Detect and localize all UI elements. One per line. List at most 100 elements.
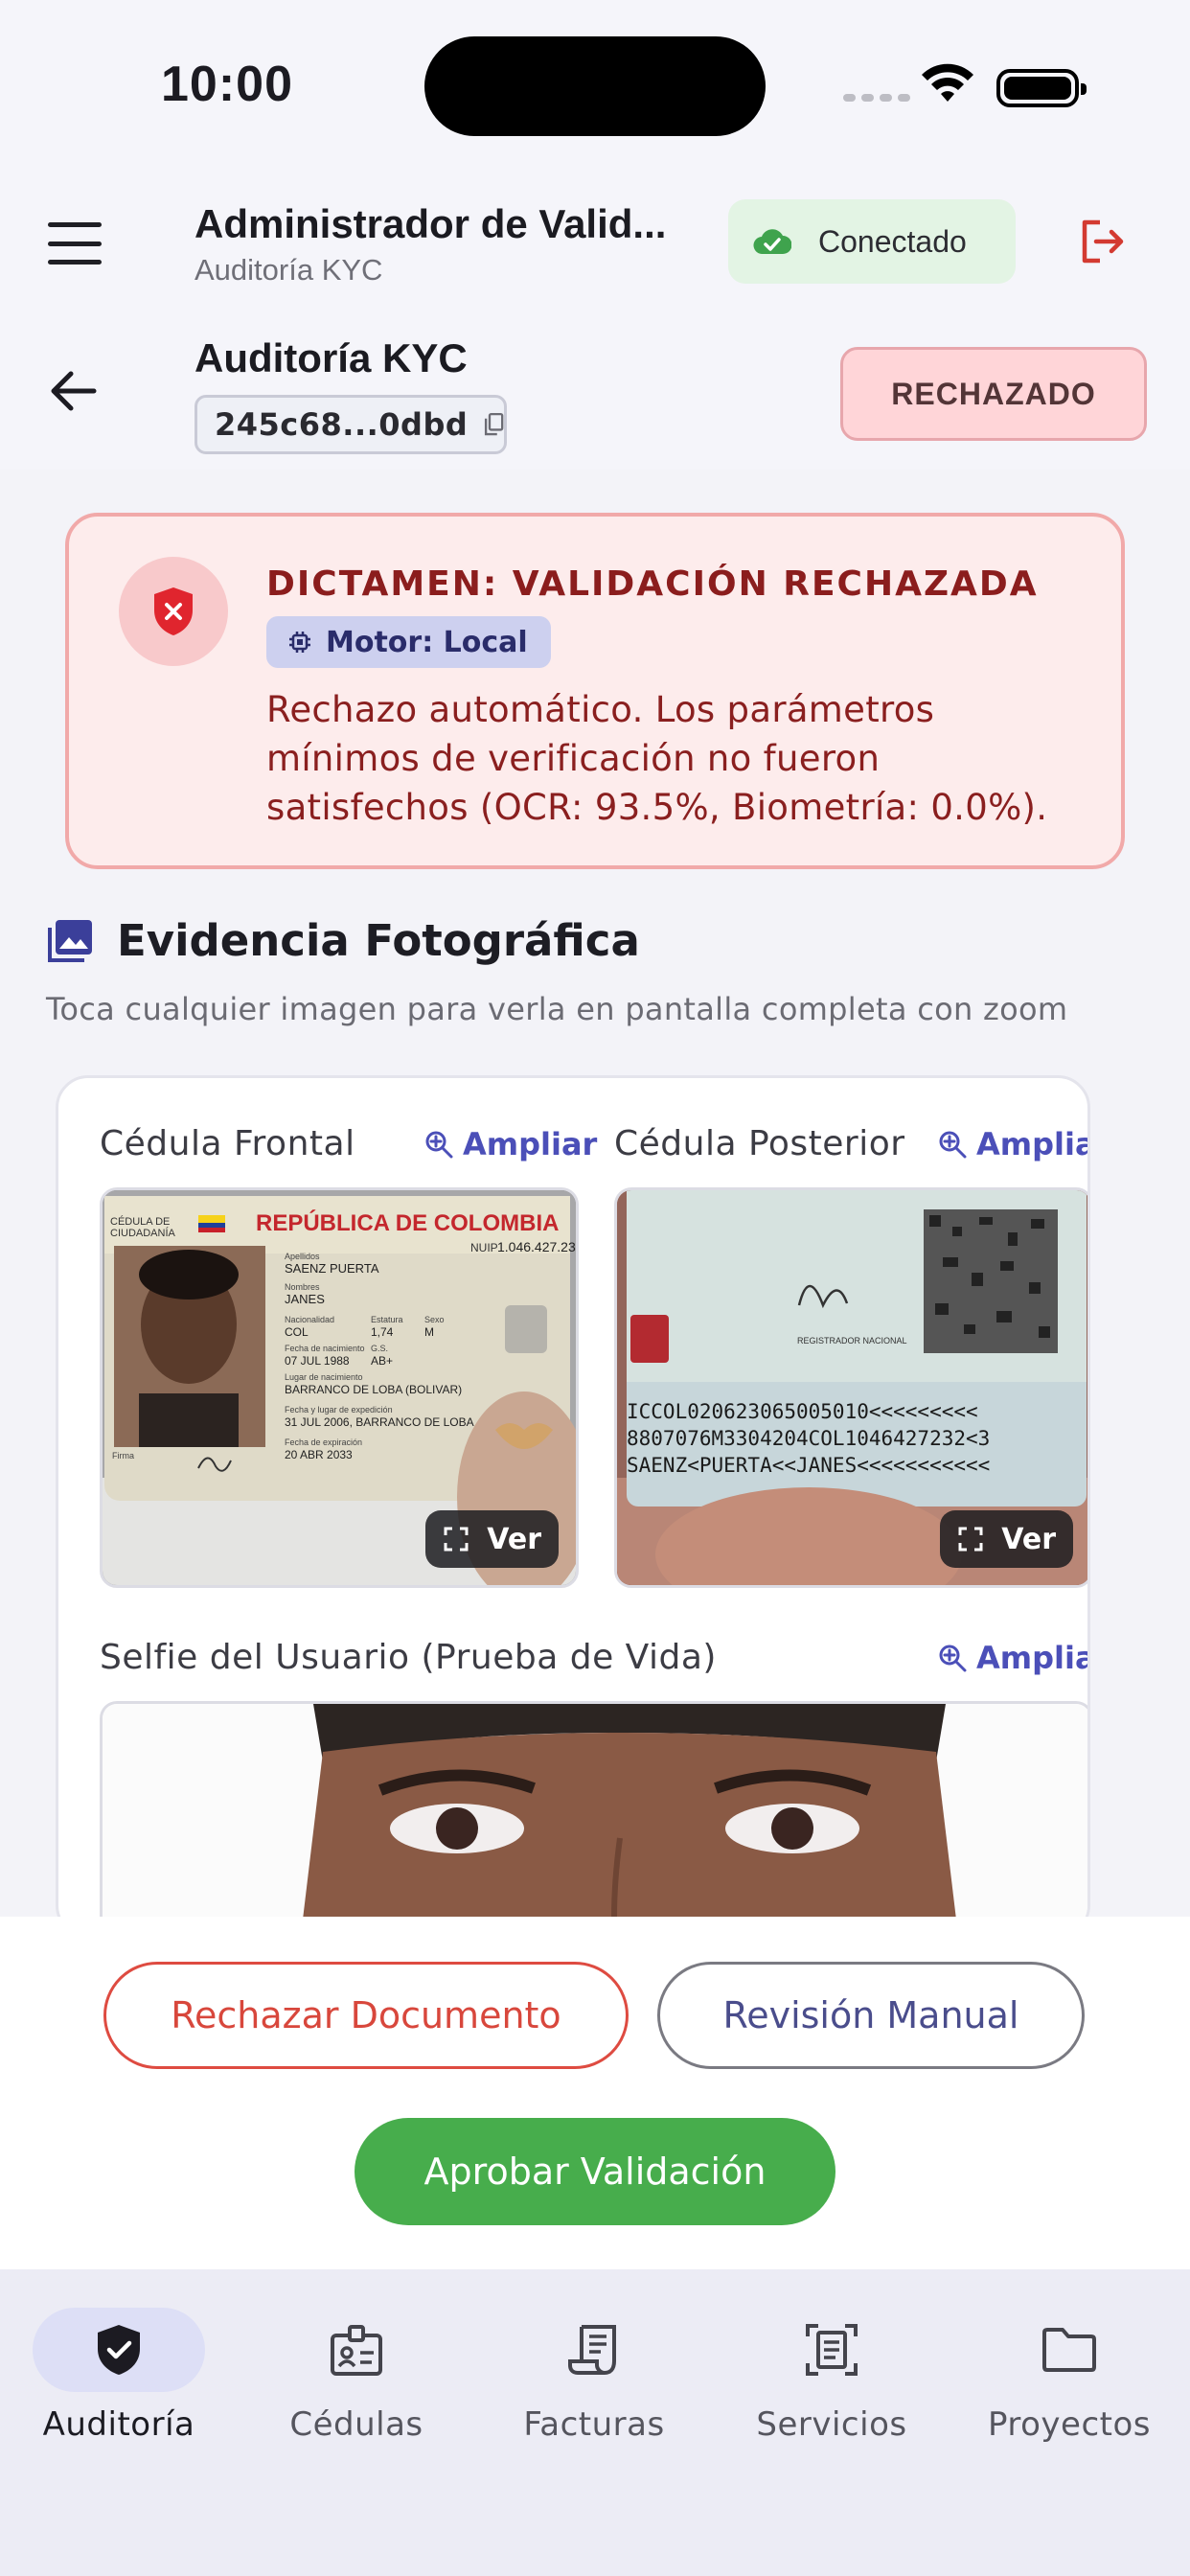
audit-header: Auditoría KYC 245c68...0dbd RECHAZADO [0,316,1190,470]
front-blood: AB+ [371,1354,393,1368]
front-birthplace: BARRANCO DE LOBA (BOLIVAR) [285,1383,462,1396]
app-bar: Administrador de Valid... Auditoría KYC … [0,172,1190,316]
selfie-zoom-label: Ampliar [976,1640,1087,1676]
status-badge: RECHAZADO [840,347,1147,441]
wifi-icon [922,63,973,102]
engine-label: Motor: Local [326,625,528,659]
cloud-check-icon [753,229,791,255]
front-surname-label: Apellidos [285,1252,320,1261]
front-zoom-button[interactable]: Ampliar [424,1126,597,1162]
nav-item-facturas[interactable]: Facturas [475,2308,713,2444]
back-view-label: Ver [1001,1522,1056,1556]
back-view-button[interactable]: Ver [940,1510,1073,1568]
audit-title: Auditoría KYC [195,335,468,380]
evidence-card: Cédula Frontal Ampliar CÉDULA DE CIUDADA… [56,1075,1090,1938]
back-arrow-icon[interactable] [50,370,98,412]
app-subtitle: Auditoría KYC [195,253,383,287]
back-zoom-label: Ampliar [976,1126,1087,1162]
logout-icon[interactable] [1077,217,1127,266]
selfie-label: Selfie del Usuario (Prueba de Vida) [100,1638,717,1677]
front-id-label: Cédula Frontal [100,1124,355,1163]
front-view-button[interactable]: Ver [425,1510,559,1568]
nav-item-cedulas[interactable]: Cédulas [238,2308,475,2444]
copy-icon[interactable] [483,409,504,440]
front-names-label: Nombres [285,1282,320,1292]
back-mrz-line1: ICCOL020623065005010<<<<<<<<< [627,1400,978,1423]
front-surname: SAENZ PUERTA [285,1261,379,1276]
selfie-image [103,1704,1087,1935]
front-nuip: 1.046.427.232 [497,1239,579,1254]
shield-check-icon [98,2325,140,2375]
selfie-photo[interactable] [100,1701,1087,1935]
verdict-icon-circle [119,557,228,666]
fullscreen-icon [958,1527,983,1552]
evidence-subtitle: Toca cualquier imagen para verla en pant… [46,991,1068,1027]
folder-icon [1042,2328,1096,2372]
front-blood-label: G.S. [371,1344,388,1353]
front-zoom-label: Ampliar [463,1126,598,1162]
front-issue: 31 JUL 2006, BARRANCO DE LOBA [285,1415,474,1429]
front-names: JANES [285,1292,325,1306]
battery-icon [996,69,1087,107]
zoom-in-icon [425,1131,453,1159]
approve-validation-button[interactable]: Aprobar Validación [355,2118,835,2225]
front-expiry-label: Fecha de expiración [285,1438,362,1447]
fullscreen-icon [444,1527,469,1552]
front-sex-label: Sexo [424,1315,445,1324]
signal-dots-icon [843,94,910,102]
app-title: Administrador de Valid... [195,201,667,246]
status-time: 10:00 [161,57,293,112]
menu-icon[interactable] [48,222,102,264]
nav-indicator [33,2308,205,2392]
zoom-in-icon [939,1644,967,1672]
status-bar: 10:00 [0,0,1190,172]
id-badge-icon [331,2325,382,2376]
back-id-photo[interactable]: REGISTRADOR NACIONAL ICCOL02062306500501… [614,1187,1087,1588]
front-issue-label: Fecha y lugar de expedición [285,1405,393,1414]
dynamic-island [424,36,766,136]
nav-icon-slot [745,2308,918,2392]
nav-label-proyectos: Proyectos [987,2405,1152,2444]
reject-document-button[interactable]: Rechazar Documento [103,1962,629,2069]
back-registry: REGISTRADOR NACIONAL [797,1336,907,1346]
front-height-label: Estatura [371,1315,403,1324]
hash-chip[interactable]: 245c68...0dbd [195,395,507,454]
nav-item-servicios[interactable]: Servicios [713,2308,950,2444]
front-nuip-label: NUIP [470,1241,498,1254]
nav-item-proyectos[interactable]: Proyectos [950,2308,1188,2444]
back-mrz-line3: SAENZ<PUERTA<<JANES<<<<<<<<<<< [627,1454,990,1477]
front-dob: 07 JUL 1988 [285,1354,350,1368]
nav-label-facturas: Facturas [523,2405,665,2444]
back-mrz-line2: 8807076M3304204COL1046427232<3 [627,1427,990,1450]
front-id-photo[interactable]: CÉDULA DE CIUDADANÍA REPÚBLICA DE COLOMB… [100,1187,579,1588]
front-nationality-label: Nacionalidad [285,1315,334,1324]
front-birthplace-label: Lugar de nacimiento [285,1372,363,1382]
evidence-header: Evidencia Fotográfica [46,915,640,966]
nav-icon-slot [983,2308,1156,2392]
nav-label-auditoria: Auditoría [42,2405,195,2444]
verdict-message: Rechazo automático. Los parámetros mínim… [266,689,1048,828]
front-height: 1,74 [371,1325,394,1339]
front-expiry: 20 ABR 2033 [285,1448,353,1461]
front-dob-label: Fecha de nacimiento [285,1344,365,1353]
engine-chip: Motor: Local [266,616,551,668]
nav-item-auditoria[interactable]: Auditoría [0,2308,238,2444]
manual-review-button[interactable]: Revisión Manual [657,1962,1085,2069]
evidence-title: Evidencia Fotográfica [117,915,640,966]
shield-x-icon [154,587,193,635]
verdict-card: DICTAMEN: VALIDACIÓN RECHAZADA Motor: Lo… [65,513,1125,869]
front-view-label: Ver [487,1522,541,1556]
audit-hash: 245c68...0dbd [215,406,469,443]
zoom-in-icon [939,1131,967,1159]
connection-status: Conectado [818,223,967,259]
back-zoom-button[interactable]: Ampliar [938,1126,1087,1162]
nav-icon-slot [508,2308,680,2392]
front-signature-label: Firma [112,1451,134,1460]
back-id-label: Cédula Posterior [614,1124,905,1163]
nav-label-cedulas: Cédulas [289,2405,423,2444]
selfie-zoom-button[interactable]: Ampliar [938,1640,1087,1676]
front-country: REPÚBLICA DE COLOMBIA [256,1209,559,1236]
verdict-title: DICTAMEN: VALIDACIÓN RECHAZADA [266,564,1039,604]
document-scan-icon [806,2324,858,2376]
action-bar: Rechazar Documento Revisión Manual Aprob… [0,1917,1190,2269]
